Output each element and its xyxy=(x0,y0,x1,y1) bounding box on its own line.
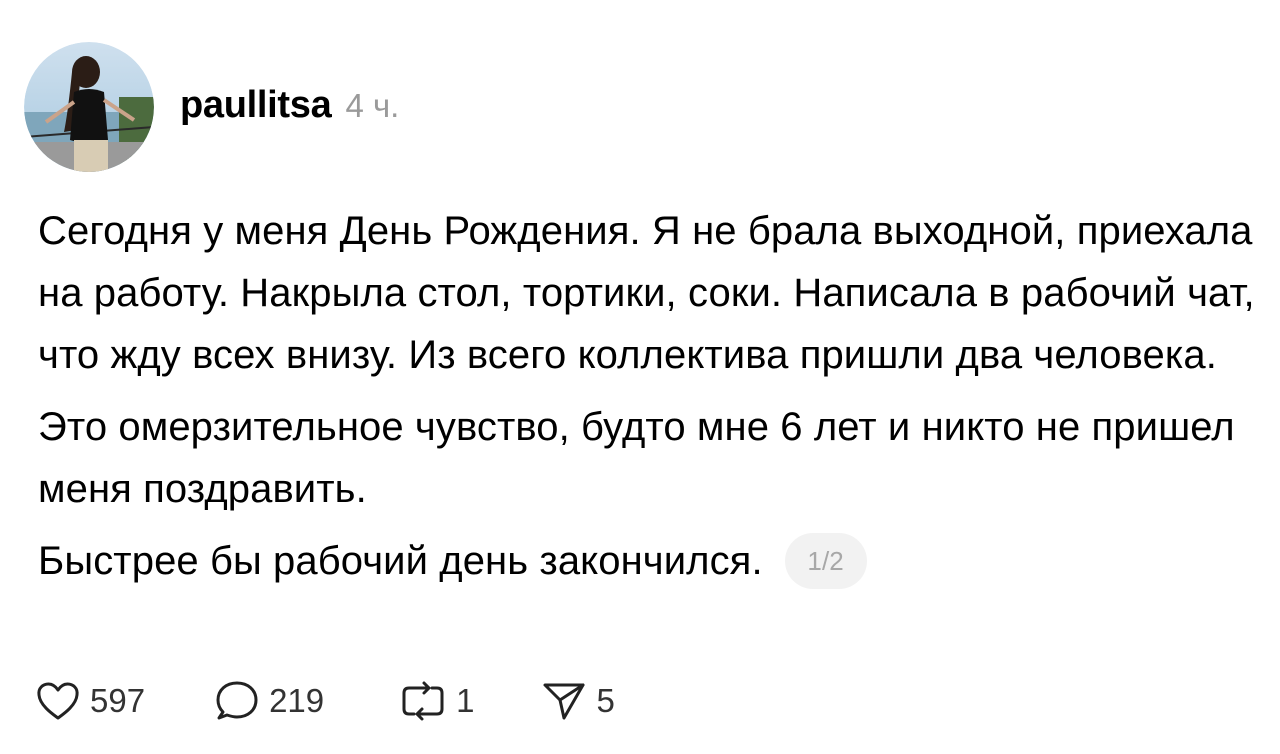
comment-count: 219 xyxy=(269,682,325,719)
post-paragraph-last: Быстрее бы рабочий день закончился. 1/2 xyxy=(38,530,1258,592)
repost-button[interactable]: 1 xyxy=(400,680,474,722)
like-count: 597 xyxy=(90,682,146,719)
avatar[interactable] xyxy=(24,42,154,172)
share-button[interactable]: 5 xyxy=(542,680,615,722)
username[interactable]: paullitsa xyxy=(180,84,332,127)
like-button[interactable]: 597 xyxy=(36,681,145,721)
post-paragraph: Сегодня у меня День Рождения. Я не брала… xyxy=(38,209,1255,377)
repost-count: 1 xyxy=(456,682,475,719)
speech-bubble-icon xyxy=(216,681,258,720)
post-paragraph-text: Быстрее бы рабочий день закончился. xyxy=(38,539,763,583)
page-indicator-badge[interactable]: 1/2 xyxy=(784,533,867,589)
share-count: 5 xyxy=(596,682,615,719)
post-paragraph: Это омерзительное чувство, будто мне 6 л… xyxy=(38,405,1235,511)
post-header: paullitsa 4 ч. xyxy=(24,42,399,172)
paper-plane-icon xyxy=(543,683,585,720)
comment-button[interactable]: 219 xyxy=(215,680,324,722)
post-card: paullitsa 4 ч. Сегодня у меня День Рожде… xyxy=(0,0,1280,754)
post-meta: paullitsa 4 ч. xyxy=(180,84,399,127)
action-bar: 597 219 1 5 xyxy=(36,680,615,722)
post-time: 4 ч. xyxy=(345,86,400,124)
heart-icon xyxy=(37,682,79,720)
post-body: Сегодня у меня День Рождения. Я не брала… xyxy=(38,200,1258,602)
repost-arrows-icon xyxy=(402,681,444,721)
